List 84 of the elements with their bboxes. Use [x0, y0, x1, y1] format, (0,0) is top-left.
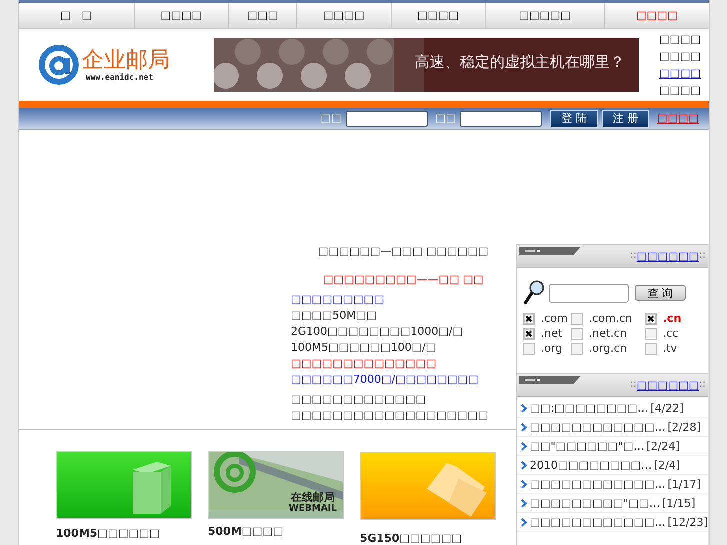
domain-label: .net: [541, 327, 563, 340]
nav-link[interactable]: □□□□: [605, 3, 709, 28]
username-label: □□: [320, 112, 342, 125]
news-link[interactable]: □□"□□□□□□"□…: [530, 440, 645, 452]
promo-notice: □□□□□□□□□——□□ □□: [322, 272, 485, 288]
promo-text: 2G100□□□□□□□□1000□/□: [291, 324, 464, 340]
chevron-icon: [521, 460, 528, 470]
password-label: □□: [436, 112, 456, 125]
news-link[interactable]: 2010□□□□□□□□…: [530, 458, 652, 472]
checkbox[interactable]: [645, 328, 657, 340]
chevron-icon: [521, 442, 528, 450]
product-caption[interactable]: 5G150□□□□□□: [360, 532, 498, 545]
checkbox[interactable]: [571, 328, 583, 340]
domain-label: .tv: [663, 342, 678, 355]
nav-link[interactable]: □□□□: [392, 3, 486, 28]
news-link[interactable]: □□□□□□□□□"□□…: [530, 496, 660, 510]
promo-text: □□□□□□□□□□□□□□□□□□□: [291, 408, 490, 424]
domain-label: .org: [541, 342, 563, 355]
header-link[interactable]: □□□□: [659, 50, 701, 64]
news-link[interactable]: □□□□□□□□□□□□…: [530, 478, 666, 490]
domain-label: .com.cn: [589, 312, 633, 325]
promo-text: 100M5□□□□□□100□/□: [291, 340, 438, 356]
panel-title-link[interactable]: □□□□□□: [636, 379, 700, 392]
domain-label: .org.cn: [589, 342, 628, 355]
username-field[interactable]: [346, 110, 428, 126]
news-date: [2/28]: [668, 420, 702, 434]
chevron-icon: [521, 422, 528, 432]
promo-link[interactable]: □□□□□□□□□: [291, 292, 516, 308]
checkbox[interactable]: [523, 342, 535, 354]
domain-label: .cn: [663, 312, 682, 325]
checkbox[interactable]: [523, 328, 535, 340]
image-subtitle: WEBMAIL: [289, 504, 337, 514]
domain-label: .net.cn: [589, 327, 628, 340]
header-suffix: ::: [699, 250, 706, 263]
chevron-icon: [521, 498, 528, 508]
at-sign-icon: [38, 44, 80, 86]
product-caption[interactable]: 500M□□□□: [208, 525, 346, 538]
news-link[interactable]: □□□□□□□□□□□□…: [530, 420, 666, 434]
nav-link[interactable]: □□□□□: [486, 3, 606, 28]
logo-title: 企业邮局: [82, 48, 170, 73]
promo-warning: □□□□□□□□□□□□□□: [291, 356, 438, 372]
news-date: [12/23]: [668, 516, 708, 528]
nav-link[interactable]: □□□□: [134, 3, 230, 28]
nav-link[interactable]: □□□: [229, 3, 298, 28]
chevron-icon: [521, 480, 528, 488]
news-date: [1/15]: [662, 496, 696, 510]
news-link[interactable]: □□:□□□□□□□□…: [530, 402, 649, 414]
header-link[interactable]: □□□□: [659, 32, 701, 47]
checkbox[interactable]: [523, 312, 535, 324]
news-link[interactable]: □□□□□□□□□□□□…: [530, 516, 666, 528]
logo-url: www.eanidc.net: [86, 72, 154, 82]
panel-title-link[interactable]: □□□□□□: [636, 250, 700, 263]
checkbox[interactable]: [645, 342, 657, 354]
promo-heading: □□□□□□—□□□ □□□□□□: [317, 244, 490, 260]
news-date: [1/17]: [668, 478, 702, 490]
domain-field[interactable]: [549, 284, 629, 302]
product-caption[interactable]: 100M5□□□□□□: [56, 527, 194, 540]
nav-link[interactable]: □□□□: [297, 3, 392, 28]
nav-link[interactable]: □ □: [19, 3, 135, 28]
checkbox[interactable]: [571, 342, 583, 354]
header-link[interactable]: □□□□: [659, 66, 701, 81]
image-caption: 在线邮局: [291, 490, 335, 504]
chevron-icon: [521, 518, 528, 526]
checkbox[interactable]: [645, 312, 657, 324]
register-button[interactable]: 注 册: [602, 110, 650, 128]
chevron-icon: [521, 404, 528, 412]
promo-link[interactable]: □□□□□□7000□/□□□□□□□□: [291, 372, 516, 388]
header-prefix: ::: [630, 379, 637, 392]
search-icon: [523, 280, 545, 306]
news-date: [2/4]: [654, 458, 680, 472]
checkbox[interactable]: [571, 312, 583, 324]
domain-label: .com: [541, 312, 568, 325]
promo-text: □□□□□□□□□□□□□: [291, 392, 428, 408]
domain-label: .cc: [663, 327, 679, 340]
news-date: [4/22]: [650, 402, 684, 414]
login-button[interactable]: 登 陆: [550, 110, 598, 128]
news-date: [2/24]: [646, 440, 680, 452]
header-suffix: ::: [699, 379, 706, 392]
promo-text: □□□□50M□□: [291, 308, 378, 324]
header-link[interactable]: □□□□: [659, 84, 701, 98]
header-prefix: ::: [630, 250, 637, 263]
query-button[interactable]: 查 询: [635, 285, 686, 301]
banner-headline: 高速、稳定的虚拟主机在哪里？: [415, 53, 625, 72]
password-field[interactable]: [460, 110, 542, 126]
